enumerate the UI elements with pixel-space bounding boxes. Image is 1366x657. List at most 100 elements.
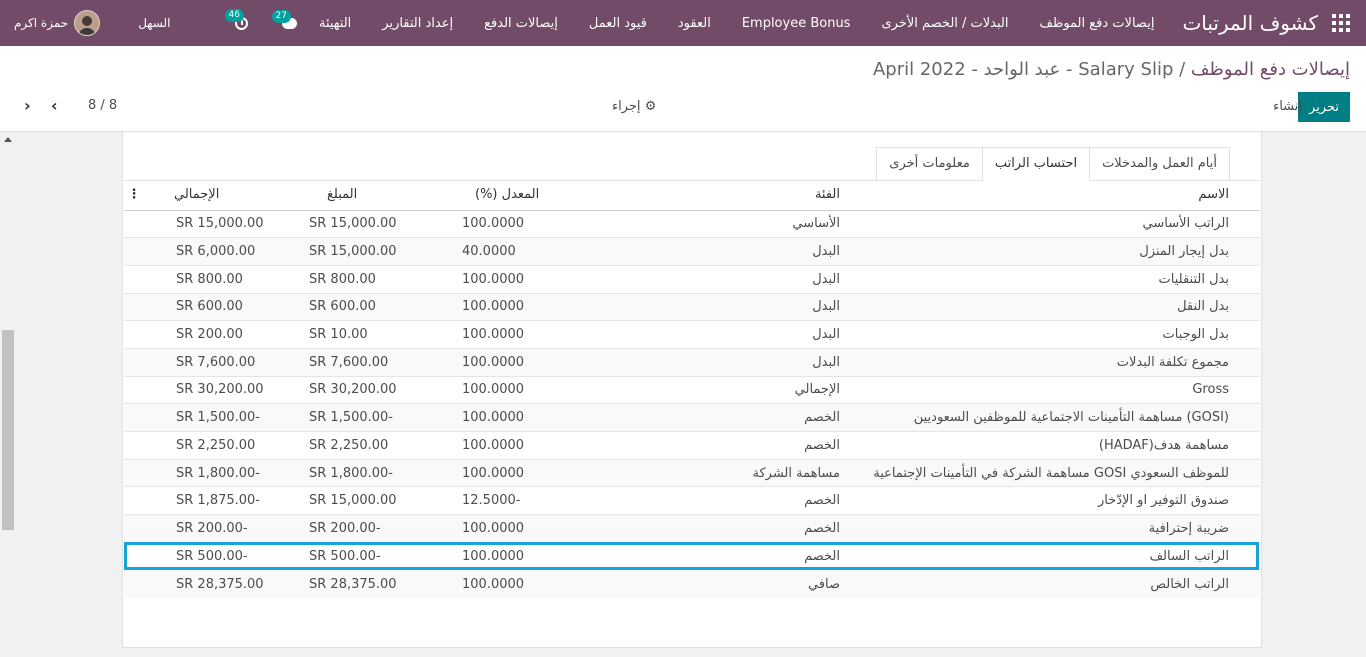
row-rate: 100.0000 [457, 514, 627, 543]
company-switcher[interactable]: السهل [138, 16, 170, 30]
main-menu: إيصالات دفع الموظف البدلات / الخصم الأخر… [288, 16, 1154, 31]
row-category: الخصم [627, 403, 845, 432]
row-rate: 100.0000 [457, 264, 627, 294]
table-row[interactable]: بدل إيجار المنزل البدل 40.0000 SR 15,000.00… [124, 237, 1260, 266]
header-rate[interactable]: المعدل (%) [457, 180, 627, 211]
menu-allowances-deductions[interactable]: البدلات / الخصم الأخرى [881, 16, 1008, 31]
row-total: SR 28,375.00 [144, 569, 304, 598]
menu-reporting[interactable]: إعداد التقارير [382, 16, 453, 31]
activity-count-badge: 46 [224, 8, 244, 22]
row-spacer [124, 569, 144, 598]
menu-employee-bonus[interactable]: Employee Bonus [742, 16, 851, 31]
row-rate: 12.5000- [457, 486, 627, 515]
systray: حمزة اكرم السهل 46 27 [0, 0, 297, 46]
row-amount: SR 200.00- [304, 514, 457, 543]
row-rate: 100.0000 [457, 320, 627, 349]
row-category: الإجمالي [627, 375, 845, 404]
pager-prev-icon[interactable]: ‹ [24, 96, 31, 115]
table-row[interactable]: (GOSI) مساهمة التأمينات الاجتماعية للموظ… [124, 403, 1260, 432]
row-category: صافي [627, 569, 845, 598]
table-row[interactable]: بدل النقل البدل 100.0000 SR 600.00 SR 600.00 [124, 292, 1260, 321]
tab-worked-days-inputs[interactable]: أيام العمل والمدخلات [1089, 147, 1230, 181]
action-menu[interactable]: ⚙ إجراء [612, 99, 656, 114]
notebook-tabs: أيام العمل والمدخلات احتساب الراتب معلوم… [876, 147, 1230, 181]
table-row[interactable]: الراتب السالف الخصم 100.0000 SR 500.00- SR 5… [124, 541, 1260, 570]
row-total: SR 1,800.00- [144, 458, 304, 487]
row-category: البدل [627, 292, 845, 321]
scroll-up-arrow-icon[interactable] [4, 137, 12, 142]
header-amount[interactable]: المبلغ [304, 180, 457, 211]
table-row[interactable]: للموظف السعودي GOSI مساهمة الشركة في الت… [124, 458, 1260, 487]
row-category: البدل [627, 320, 845, 349]
row-total: SR 1,500.00- [144, 403, 304, 432]
row-spacer [124, 210, 144, 238]
user-name: حمزة اكرم [14, 16, 69, 30]
row-total: SR 1,875.00- [144, 486, 304, 515]
apps-menu-icon[interactable] [1332, 14, 1350, 32]
row-category: البدل [627, 237, 845, 266]
menu-payslips[interactable]: إيصالات الدفع [484, 16, 558, 31]
row-amount: SR 1,500.00- [304, 403, 457, 432]
user-avatar [74, 10, 101, 36]
top-navbar: كشوف المرتبات إيصالات دفع الموظف البدلات… [0, 0, 1366, 46]
menu-configuration[interactable]: التهيئة [319, 16, 351, 31]
header-name[interactable]: الاسم [845, 180, 1260, 211]
row-spacer [124, 431, 144, 460]
table-row[interactable]: مساهمة هدف(HADAF) الخصم 100.0000 SR 2,250.0… [124, 431, 1260, 460]
breadcrumb: إيصالات دفع الموظف / Salary Slip - عبد ا… [873, 59, 1350, 80]
row-name: الراتب السالف [845, 541, 1260, 570]
menu-work-entries[interactable]: قيود العمل [589, 16, 647, 31]
breadcrumb-parent[interactable]: إيصالات دفع الموظف [1191, 59, 1350, 80]
table-row[interactable]: الراتب الأساسي الأساسي 100.0000 SR 15,000.0… [124, 210, 1260, 238]
edit-button[interactable]: تحرير [1298, 92, 1350, 122]
salary-lines-table: الاسم الفئة المعدل (%) المبلغ الإجمالي ⋮… [124, 180, 1260, 598]
app-brand[interactable]: كشوف المرتبات [1182, 11, 1318, 35]
row-spacer [124, 320, 144, 349]
messaging-menu[interactable]: 27 [271, 9, 297, 29]
header-total[interactable]: الإجمالي [144, 180, 304, 211]
row-spacer [124, 514, 144, 543]
row-amount: SR 10.00 [304, 320, 457, 349]
vertical-scrollbar[interactable] [0, 132, 17, 657]
menu-contracts[interactable]: العقود [678, 16, 711, 31]
row-name: Gross [845, 375, 1260, 404]
row-total: SR 500.00- [144, 541, 304, 570]
row-spacer [124, 347, 144, 377]
pager-next-icon[interactable]: › [51, 96, 58, 115]
row-amount: SR 1,800.00- [304, 458, 457, 487]
menu-employee-payslips[interactable]: إيصالات دفع الموظف [1040, 16, 1155, 31]
user-menu[interactable]: حمزة اكرم [14, 10, 101, 36]
table-header-row: الاسم الفئة المعدل (%) المبلغ الإجمالي ⋮ [124, 180, 1260, 211]
table-row[interactable]: مجموع تكلفة البدلات البدل 100.0000 SR 7,600… [124, 347, 1260, 377]
table-body: الراتب الأساسي الأساسي 100.0000 SR 15,000.0… [124, 210, 1260, 598]
row-rate: 100.0000 [457, 541, 627, 570]
scroll-thumb[interactable] [2, 330, 14, 530]
row-amount: SR 500.00- [304, 541, 457, 570]
breadcrumb-separator: / [1173, 59, 1191, 80]
row-total: SR 30,200.00 [144, 375, 304, 404]
row-name: بدل الوجبات [845, 320, 1260, 349]
table-row[interactable]: الراتب الخالص صافي 100.0000 SR 28,375.00 SR … [124, 569, 1260, 598]
row-amount: SR 30,200.00 [304, 375, 457, 404]
tab-other-info[interactable]: معلومات أخرى [876, 147, 983, 181]
table-row[interactable]: Gross الإجمالي 100.0000 SR 30,200.00 SR 30,2… [124, 375, 1260, 404]
table-row[interactable]: بدل التنقليات البدل 100.0000 SR 800.00 SR 80… [124, 264, 1260, 294]
row-name: ضريبة إحترافية [845, 514, 1260, 543]
activity-menu[interactable]: 46 [224, 8, 248, 30]
row-amount: SR 2,250.00 [304, 431, 457, 460]
row-amount: SR 28,375.00 [304, 569, 457, 598]
table-row[interactable]: بدل الوجبات البدل 100.0000 SR 10.00 SR 200.0… [124, 320, 1260, 349]
tab-salary-computation[interactable]: احتساب الراتب [981, 147, 1091, 181]
action-label: إجراء [612, 99, 641, 114]
row-spacer [124, 292, 144, 321]
table-row[interactable]: صندوق التوفير او الإدّخار الخصم 12.5000- SR… [124, 486, 1260, 515]
row-spacer [124, 403, 144, 432]
pager-value[interactable]: 8 / 8 [88, 98, 117, 113]
header-category[interactable]: الفئة [627, 180, 845, 211]
row-amount: SR 15,000.00 [304, 210, 457, 238]
create-button[interactable]: إنشاء [1273, 99, 1302, 114]
table-row[interactable]: ضريبة إحترافية الخصم 100.0000 SR 200.00- SR … [124, 514, 1260, 543]
row-category: الأساسي [627, 210, 845, 238]
optional-columns-toggle[interactable]: ⋮ [124, 180, 144, 211]
row-spacer [124, 458, 144, 487]
